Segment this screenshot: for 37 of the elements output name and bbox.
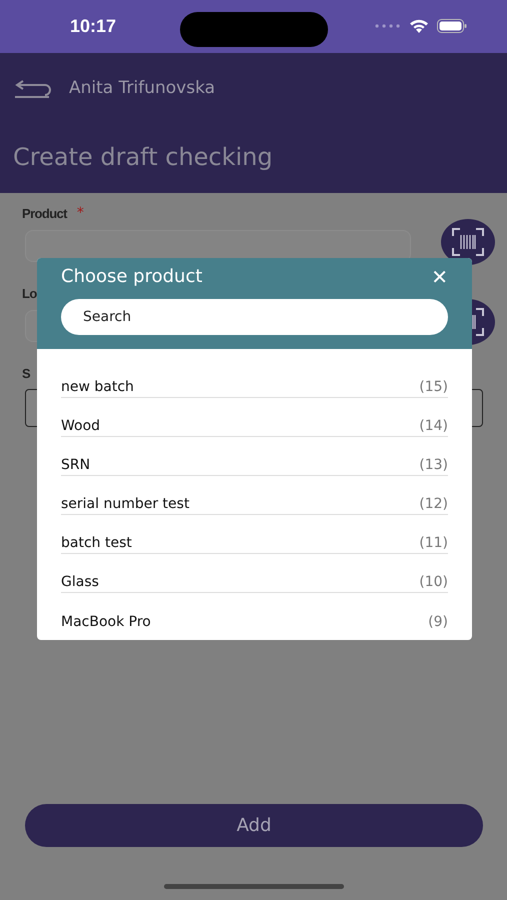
field-label: Product: [22, 206, 67, 220]
product-item[interactable]: batch test (11): [61, 515, 448, 554]
product-name: serial number test: [61, 496, 190, 512]
search-field[interactable]: Search: [61, 299, 448, 335]
user-name: Anita Trifunovska: [69, 78, 216, 98]
product-count: (9): [428, 614, 448, 630]
add-button[interactable]: Add: [25, 804, 483, 847]
product-name: SRN: [61, 457, 90, 473]
product-item[interactable]: Glass (10): [61, 554, 448, 593]
product-item[interactable]: serial number test (12): [61, 476, 448, 515]
field-label: Lo: [22, 286, 37, 300]
required-mark: *: [76, 205, 84, 221]
field-label: S: [22, 366, 30, 380]
product-count: (15): [419, 379, 448, 395]
product-name: new batch: [61, 379, 134, 395]
signal-icon: [375, 24, 401, 28]
close-button[interactable]: ✕: [431, 266, 448, 286]
barcode-scan-icon: [452, 228, 484, 256]
product-count: (11): [419, 535, 448, 551]
product-count: (12): [419, 496, 448, 512]
dialog-title: Choose product: [61, 266, 202, 287]
product-name: Glass: [61, 574, 99, 590]
product-name: Wood: [61, 418, 100, 434]
product-count: (10): [419, 574, 448, 590]
product-count: (14): [419, 418, 448, 434]
wifi-icon: [409, 18, 429, 33]
product-name: MacBook Pro: [61, 614, 151, 630]
product-name: batch test: [61, 535, 132, 551]
product-item[interactable]: Wood (14): [61, 398, 448, 437]
battery-icon: [437, 18, 467, 32]
product-item[interactable]: MacBook Pro (9): [61, 593, 448, 632]
status-time: 10:17: [70, 16, 116, 37]
product-item[interactable]: SRN (13): [61, 437, 448, 476]
product-count: (13): [419, 457, 448, 473]
page-title: Create draft checking: [13, 143, 274, 171]
scan-button[interactable]: [441, 219, 495, 265]
product-item[interactable]: new batch (15): [61, 359, 448, 398]
